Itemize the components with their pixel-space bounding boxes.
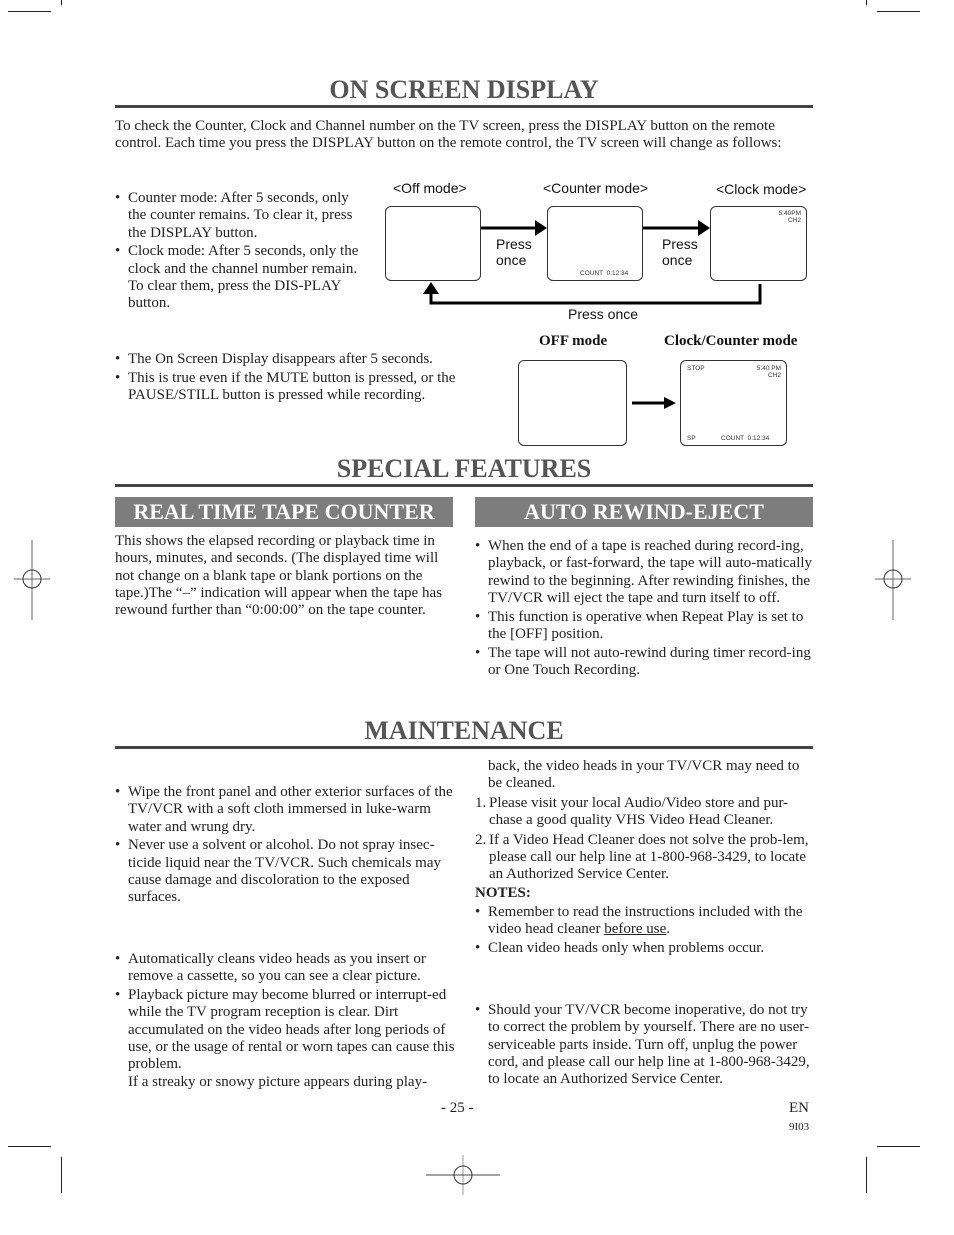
section-title-special-features: SPECIAL FEATURES <box>336 454 592 483</box>
step-1: 1. Please visit your local Audio/Video st… <box>475 795 815 830</box>
crop-mark <box>61 1157 62 1193</box>
bullet-continuation: If a streaky or snowy picture appears du… <box>128 1073 428 1090</box>
note-read-instructions: Remember to read the instructions includ… <box>475 904 815 939</box>
tv-screen-clock-counter: STOP 5:40 PM CH2 SP COUNT 0:12:34 <box>680 360 787 446</box>
section-title-on-screen-display: ON SCREEN DISPLAY <box>329 75 599 104</box>
bullet-osd-disappears: The On Screen Display disappears after 5… <box>115 351 485 369</box>
notes-label: NOTES: <box>475 885 531 901</box>
crop-mark <box>866 0 867 5</box>
crop-mark <box>61 0 62 5</box>
section-rule <box>115 105 813 108</box>
arrow-right-icon <box>632 397 676 409</box>
step-2: 2. If a Video Head Cleaner does not solve… <box>475 832 815 884</box>
osd-mode-bullets: Counter mode: After 5 seconds, only the … <box>115 190 367 314</box>
step-text: Please visit your local Audio/Video stor… <box>489 795 789 829</box>
registration-mark-bottom-icon <box>426 1155 500 1195</box>
auto-rewind-bullets: When the end of a tape is reached during… <box>475 538 815 681</box>
bullet-osd-mute: This is true even if the MUTE button is … <box>115 370 485 405</box>
clock-mode-label: <Clock mode> <box>716 181 807 197</box>
tape-speed: SP <box>687 435 696 442</box>
document-code: 9I03 <box>789 1121 810 1133</box>
bullet-auto-rewind: When the end of a tape is reached during… <box>475 538 815 607</box>
heading-auto-rewind-eject: AUTO REWIND-EJECT <box>475 497 813 527</box>
cabinet-cleaning-bullets: Wipe the front panel and other exterior … <box>115 784 455 908</box>
press-once-label-1: Press once <box>496 236 532 268</box>
bullet-wipe-panel: Wipe the front panel and other exterior … <box>115 784 455 836</box>
head-cleaning-continuation: back, the video heads in your TV/VCR may… <box>488 758 800 792</box>
notes-bullets: Remember to read the instructions includ… <box>475 904 815 959</box>
bullet-blurred-picture: Playback picture may become blurred or i… <box>115 987 455 1091</box>
language-code: EN <box>789 1100 809 1116</box>
real-time-counter-body: This shows the elapsed recording or play… <box>115 533 442 619</box>
press-once-label-2: Press once <box>662 236 698 268</box>
step-text: If a Video Head Cleaner does not solve t… <box>489 831 809 883</box>
heading-real-time-tape-counter: REAL TIME TAPE COUNTER <box>115 497 453 527</box>
counter-readout: COUNT 0:12:34 <box>721 435 770 442</box>
crop-mark <box>8 1146 51 1147</box>
step-number: 1. <box>475 795 487 811</box>
status-stop: STOP <box>687 365 705 372</box>
off-mode-label: <Off mode> <box>393 180 467 196</box>
bullet-service: Should your TV/VCR become inoperative, d… <box>475 1002 815 1088</box>
clock-counter-mode-heading: Clock/Counter mode <box>664 333 798 349</box>
clock-readout: 5:40 PM CH2 <box>757 365 781 379</box>
service-bullets: Should your TV/VCR become inoperative, d… <box>475 1002 815 1090</box>
page-number: - 25 - <box>441 1100 474 1116</box>
note-clean-only-when-needed: Clean video heads only when problems occ… <box>475 940 815 958</box>
clock-channel: CH2 <box>767 372 781 379</box>
bullet-text: Playback picture may become blurred or i… <box>128 987 455 1073</box>
clock-time: 5:40 PM <box>756 365 781 372</box>
bullet-clock-mode: Clock mode: After 5 seconds, only the cl… <box>115 243 367 312</box>
crop-mark <box>877 11 920 12</box>
section-rule <box>115 484 813 487</box>
note-text: . <box>666 921 670 938</box>
registration-mark-left-icon <box>14 540 50 620</box>
tv-screen-off <box>518 360 627 446</box>
section-title-maintenance: MAINTENANCE <box>364 716 564 745</box>
press-once-return-label: Press once <box>568 306 639 322</box>
bullet-no-solvent: Never use a solvent or alcohol. Do not s… <box>115 837 455 906</box>
crop-mark <box>866 1157 867 1193</box>
press-label-line: once <box>496 252 527 268</box>
bullet-counter-mode: Counter mode: After 5 seconds, only the … <box>115 190 367 242</box>
bullet-auto-head-clean: Automatically cleans video heads as you … <box>115 951 455 986</box>
head-cleaning-steps: 1. Please visit your local Audio/Video st… <box>475 795 815 883</box>
note-emphasis: before use <box>604 921 667 938</box>
mode-flow-arrows-icon <box>423 220 762 305</box>
crop-mark <box>877 1146 920 1147</box>
bullet-repeat-play: This function is operative when Repeat P… <box>475 609 815 644</box>
step-number: 2. <box>475 831 487 848</box>
crop-mark <box>8 11 51 12</box>
press-label-line: Press <box>496 236 532 252</box>
press-label-line: Press <box>662 236 698 252</box>
press-label-line: once <box>662 252 693 268</box>
head-cleaning-bullets: Automatically cleans video heads as you … <box>115 951 455 1092</box>
section-rule <box>115 746 813 749</box>
counter-mode-label: <Counter mode> <box>543 180 649 196</box>
bullet-timer-recording: The tape will not auto-rewind during tim… <box>475 645 815 680</box>
osd-intro: To check the Counter, Clock and Channel … <box>115 118 782 152</box>
off-mode-heading: OFF mode <box>539 333 608 349</box>
registration-mark-right-icon <box>875 540 911 620</box>
osd-note-bullets: The On Screen Display disappears after 5… <box>115 351 485 406</box>
